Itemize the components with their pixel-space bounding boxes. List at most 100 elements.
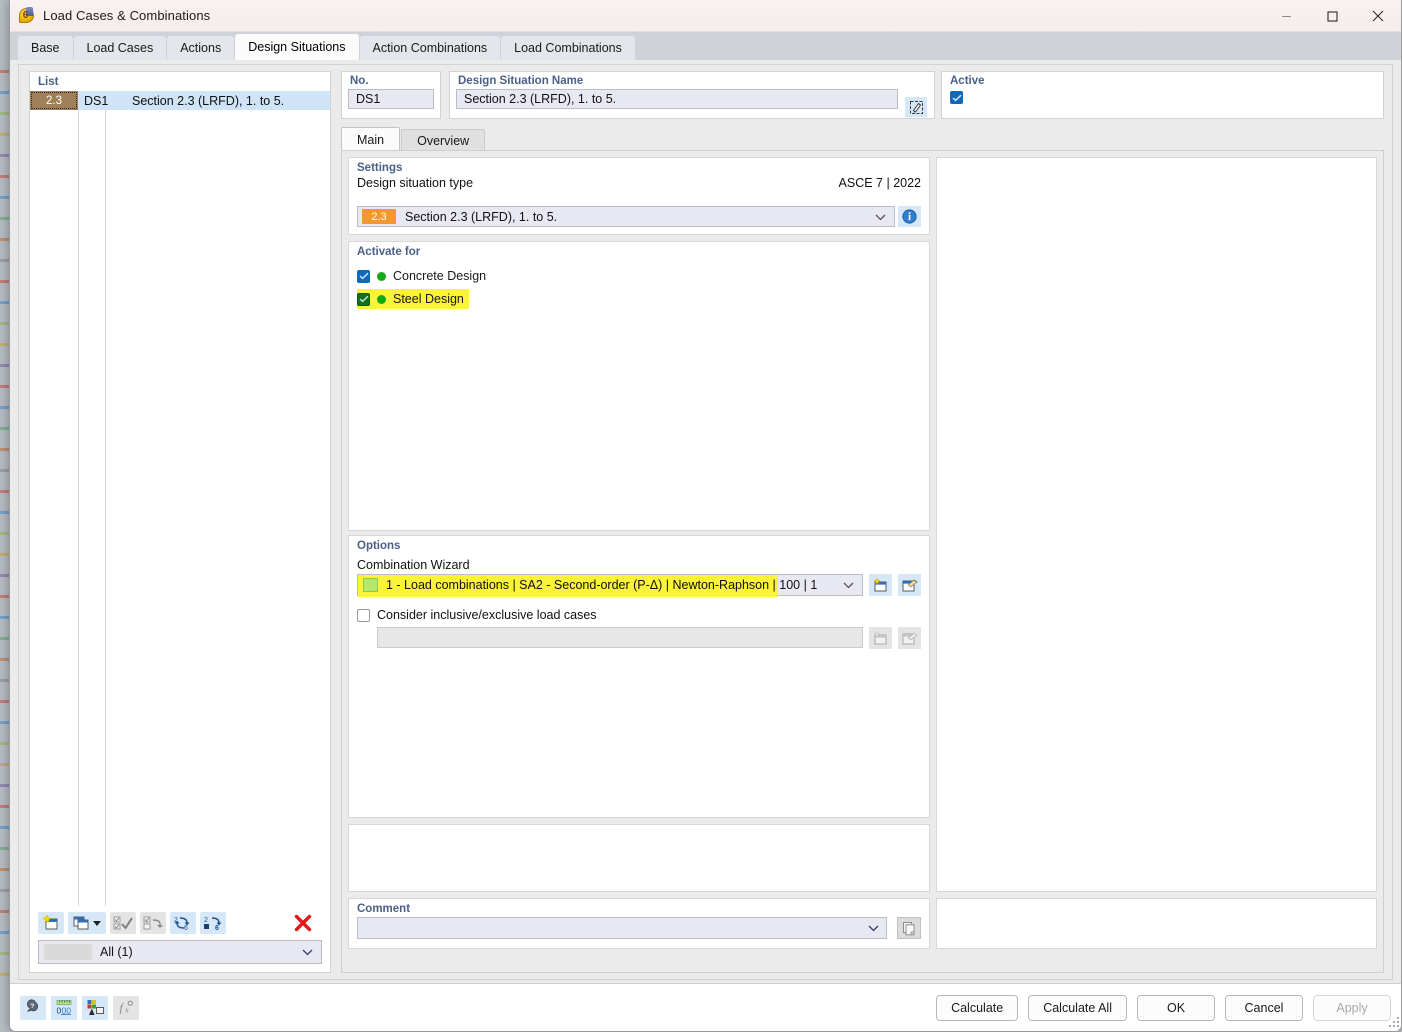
no-input[interactable]: DS1 bbox=[348, 89, 434, 109]
tab-design-situations[interactable]: Design Situations bbox=[235, 34, 359, 60]
copy-icon[interactable] bbox=[897, 917, 921, 939]
chevron-down-icon[interactable] bbox=[843, 578, 854, 592]
combination-wizard-value: 1 - Load combinations | SA2 - Second-ord… bbox=[386, 578, 818, 592]
dialog-footer: ? 0 00 f x Calculate Calculate All OK Ca… bbox=[10, 983, 1401, 1031]
row-number-cell[interactable]: 2.3 bbox=[30, 91, 78, 110]
edit-wizard-icon[interactable] bbox=[898, 574, 921, 596]
main-tab-strip: Base Load Cases Actions Design Situation… bbox=[10, 32, 1401, 60]
standard-label: ASCE 7 | 2022 bbox=[838, 176, 921, 190]
type-badge: 2.3 bbox=[362, 209, 396, 224]
combination-wizard-combo[interactable]: 1 - Load combinations | SA2 - Second-ord… bbox=[357, 574, 863, 597]
edit-item-icon bbox=[898, 627, 921, 649]
resize-grip[interactable] bbox=[1388, 1016, 1400, 1028]
tab-load-combinations[interactable]: Load Combinations bbox=[501, 36, 635, 60]
row-name-cell[interactable]: Section 2.3 (LRFD), 1. to 5. bbox=[128, 94, 284, 108]
calculate-button[interactable]: Calculate bbox=[936, 994, 1019, 1021]
active-field-group: Active bbox=[941, 71, 1384, 119]
close-icon[interactable] bbox=[1355, 0, 1401, 32]
window-title: Load Cases & Combinations bbox=[43, 8, 211, 23]
tab-action-combinations[interactable]: Action Combinations bbox=[359, 36, 501, 60]
settings-title: Settings bbox=[357, 162, 403, 174]
design-situation-name-input[interactable]: Section 2.3 (LRFD), 1. to 5. bbox=[456, 89, 898, 109]
inclusive-exclusive-checkbox[interactable] bbox=[357, 608, 370, 622]
info-icon[interactable] bbox=[898, 206, 921, 227]
design-situations-grid[interactable]: 2.3 DS1 Section 2.3 (LRFD), 1. to 5. bbox=[30, 91, 330, 906]
svg-text:2: 2 bbox=[204, 917, 208, 924]
concrete-design-checkbox[interactable] bbox=[357, 269, 370, 283]
main-tab-content: Settings Design situation type ASCE 7 | … bbox=[341, 150, 1384, 973]
steel-design-checkbox[interactable] bbox=[357, 292, 370, 306]
title-bar: 6 Load Cases & Combinations bbox=[10, 0, 1401, 32]
svg-text:6: 6 bbox=[184, 925, 188, 931]
select-all-button[interactable] bbox=[110, 912, 136, 934]
help-tool-icon[interactable]: ? bbox=[20, 995, 46, 1020]
activate-for-title: Activate for bbox=[357, 246, 421, 258]
chevron-down-icon[interactable] bbox=[875, 210, 886, 224]
row-id-cell[interactable]: DS1 bbox=[78, 94, 128, 108]
table-row[interactable]: 2.3 DS1 Section 2.3 (LRFD), 1. to 5. bbox=[30, 91, 330, 110]
renumber-button[interactable]: 2 6 bbox=[170, 912, 196, 934]
options-title: Options bbox=[357, 540, 401, 552]
delete-button[interactable] bbox=[290, 912, 316, 934]
steel-design-label: Steel Design bbox=[393, 292, 464, 306]
dialog-body: List 2.3 DS1 Section 2.3 (LRFD), 1. to 5… bbox=[10, 60, 1401, 984]
preview-footer-panel bbox=[936, 898, 1377, 949]
load-case-icon: 6 bbox=[18, 7, 35, 24]
maximize-icon[interactable] bbox=[1309, 0, 1355, 32]
svg-text:f: f bbox=[119, 1001, 124, 1015]
new-item-icon bbox=[869, 627, 892, 649]
list-filter-combo[interactable]: All (1) bbox=[38, 940, 322, 964]
tab-overview[interactable]: Overview bbox=[401, 129, 486, 151]
new-item-button[interactable] bbox=[38, 912, 64, 934]
list-header-label: List bbox=[38, 76, 59, 88]
calculate-all-button[interactable]: Calculate All bbox=[1028, 994, 1127, 1021]
edit-pencil-icon[interactable] bbox=[905, 97, 927, 117]
no-label: No. bbox=[350, 75, 369, 87]
window-controls bbox=[1263, 0, 1401, 32]
copy-item-button[interactable] bbox=[68, 912, 106, 934]
no-field-group: No. DS1 bbox=[341, 71, 441, 119]
minimize-icon[interactable] bbox=[1263, 0, 1309, 32]
activate-concrete-design-row[interactable]: Concrete Design bbox=[357, 266, 491, 286]
tab-base[interactable]: Base bbox=[18, 36, 73, 60]
filter-color-swatch bbox=[44, 944, 92, 960]
design-situation-type-label: Design situation type bbox=[357, 176, 474, 190]
units-tool-icon[interactable]: 0 00 bbox=[51, 995, 77, 1020]
design-situations-list-panel: List 2.3 DS1 Section 2.3 (LRFD), 1. to 5… bbox=[29, 71, 331, 973]
status-dot-icon bbox=[377, 294, 386, 304]
activate-steel-design-row[interactable]: Steel Design bbox=[357, 289, 469, 309]
cancel-button[interactable]: Cancel bbox=[1225, 994, 1303, 1021]
ok-button[interactable]: OK bbox=[1137, 994, 1215, 1021]
list-toolbar: 2 6 2 6 bbox=[30, 906, 330, 940]
inclusive-exclusive-input bbox=[377, 627, 863, 648]
tab-main[interactable]: Main bbox=[341, 127, 401, 151]
display-properties-tool-icon[interactable] bbox=[82, 995, 108, 1020]
tab-load-cases[interactable]: Load Cases bbox=[73, 36, 167, 60]
status-dot-icon bbox=[377, 271, 386, 281]
active-checkbox[interactable] bbox=[950, 91, 963, 104]
name-field-group: Design Situation Name Section 2.3 (LRFD)… bbox=[449, 71, 935, 119]
combination-wizard-row: 1 - Load combinations | SA2 - Second-ord… bbox=[357, 574, 921, 597]
comment-input[interactable] bbox=[357, 917, 887, 939]
chevron-down-icon[interactable] bbox=[868, 921, 879, 935]
comment-title: Comment bbox=[357, 903, 411, 915]
blank-panel bbox=[348, 824, 930, 892]
wizard-color-swatch bbox=[363, 578, 378, 592]
sort-button[interactable]: 2 6 bbox=[200, 912, 226, 934]
tab-actions[interactable]: Actions bbox=[167, 36, 235, 60]
inclusive-exclusive-label: Consider inclusive/exclusive load cases bbox=[377, 608, 597, 622]
concrete-design-label: Concrete Design bbox=[393, 269, 487, 283]
design-situation-type-combo[interactable]: 2.3 Section 2.3 (LRFD), 1. to 5. bbox=[357, 206, 895, 227]
design-situation-name-label: Design Situation Name bbox=[458, 75, 584, 87]
filter-value: All (1) bbox=[100, 945, 133, 959]
svg-text:?: ? bbox=[30, 1003, 34, 1010]
inclusive-exclusive-row[interactable]: Consider inclusive/exclusive load cases bbox=[357, 608, 929, 622]
active-label: Active bbox=[950, 75, 985, 87]
load-cases-combinations-dialog: 6 Load Cases & Combinations Base Load Ca… bbox=[9, 0, 1402, 1032]
new-wizard-icon[interactable] bbox=[869, 574, 892, 596]
chevron-down-icon[interactable] bbox=[302, 945, 313, 959]
invert-selection-button[interactable] bbox=[140, 912, 166, 934]
formula-tool-icon: f x bbox=[113, 995, 139, 1020]
options-panel: Options Combination Wizard 1 - Load comb… bbox=[348, 535, 930, 818]
svg-text:6: 6 bbox=[215, 925, 219, 931]
